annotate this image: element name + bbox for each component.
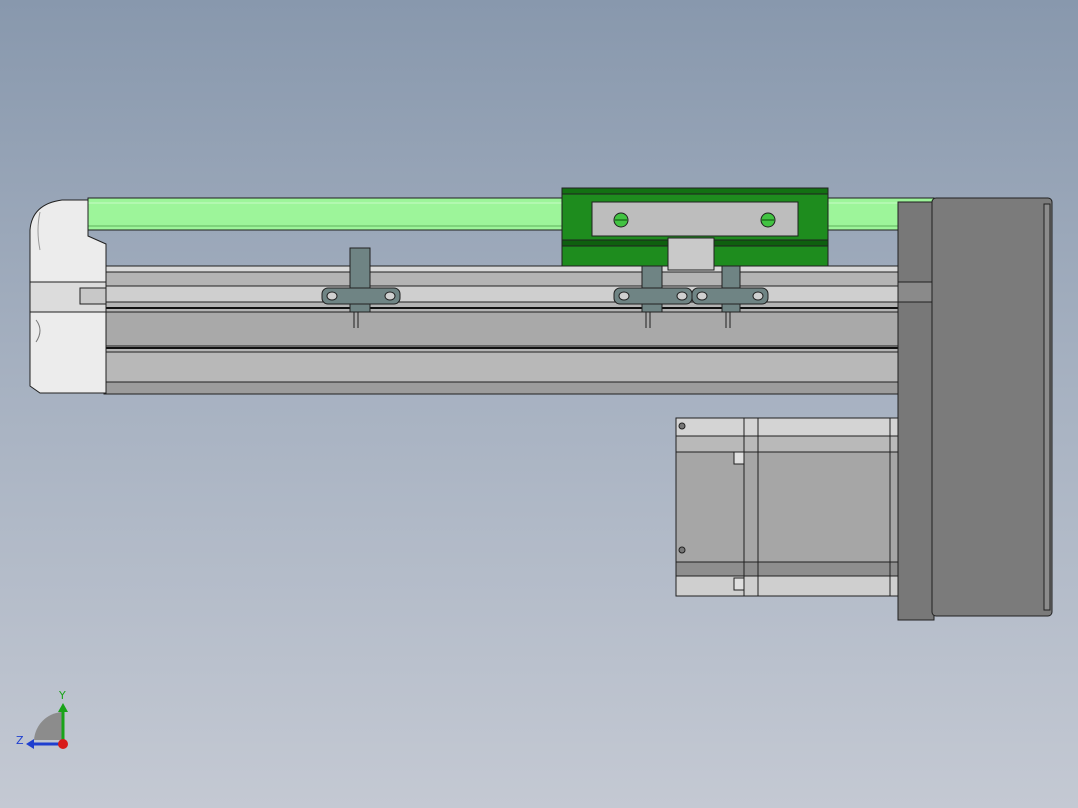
- carriage: [561, 187, 829, 271]
- motor: [675, 417, 899, 597]
- z-axis-label: Z: [16, 734, 24, 747]
- cad-viewport[interactable]: Y Z: [0, 0, 1078, 808]
- drive-housing: [897, 197, 1053, 621]
- x-axis-dot: [58, 739, 68, 749]
- linear-actuator-assembly: [29, 187, 1053, 621]
- y-axis-label: Y: [58, 689, 66, 702]
- orientation-triad: Y Z: [16, 689, 68, 749]
